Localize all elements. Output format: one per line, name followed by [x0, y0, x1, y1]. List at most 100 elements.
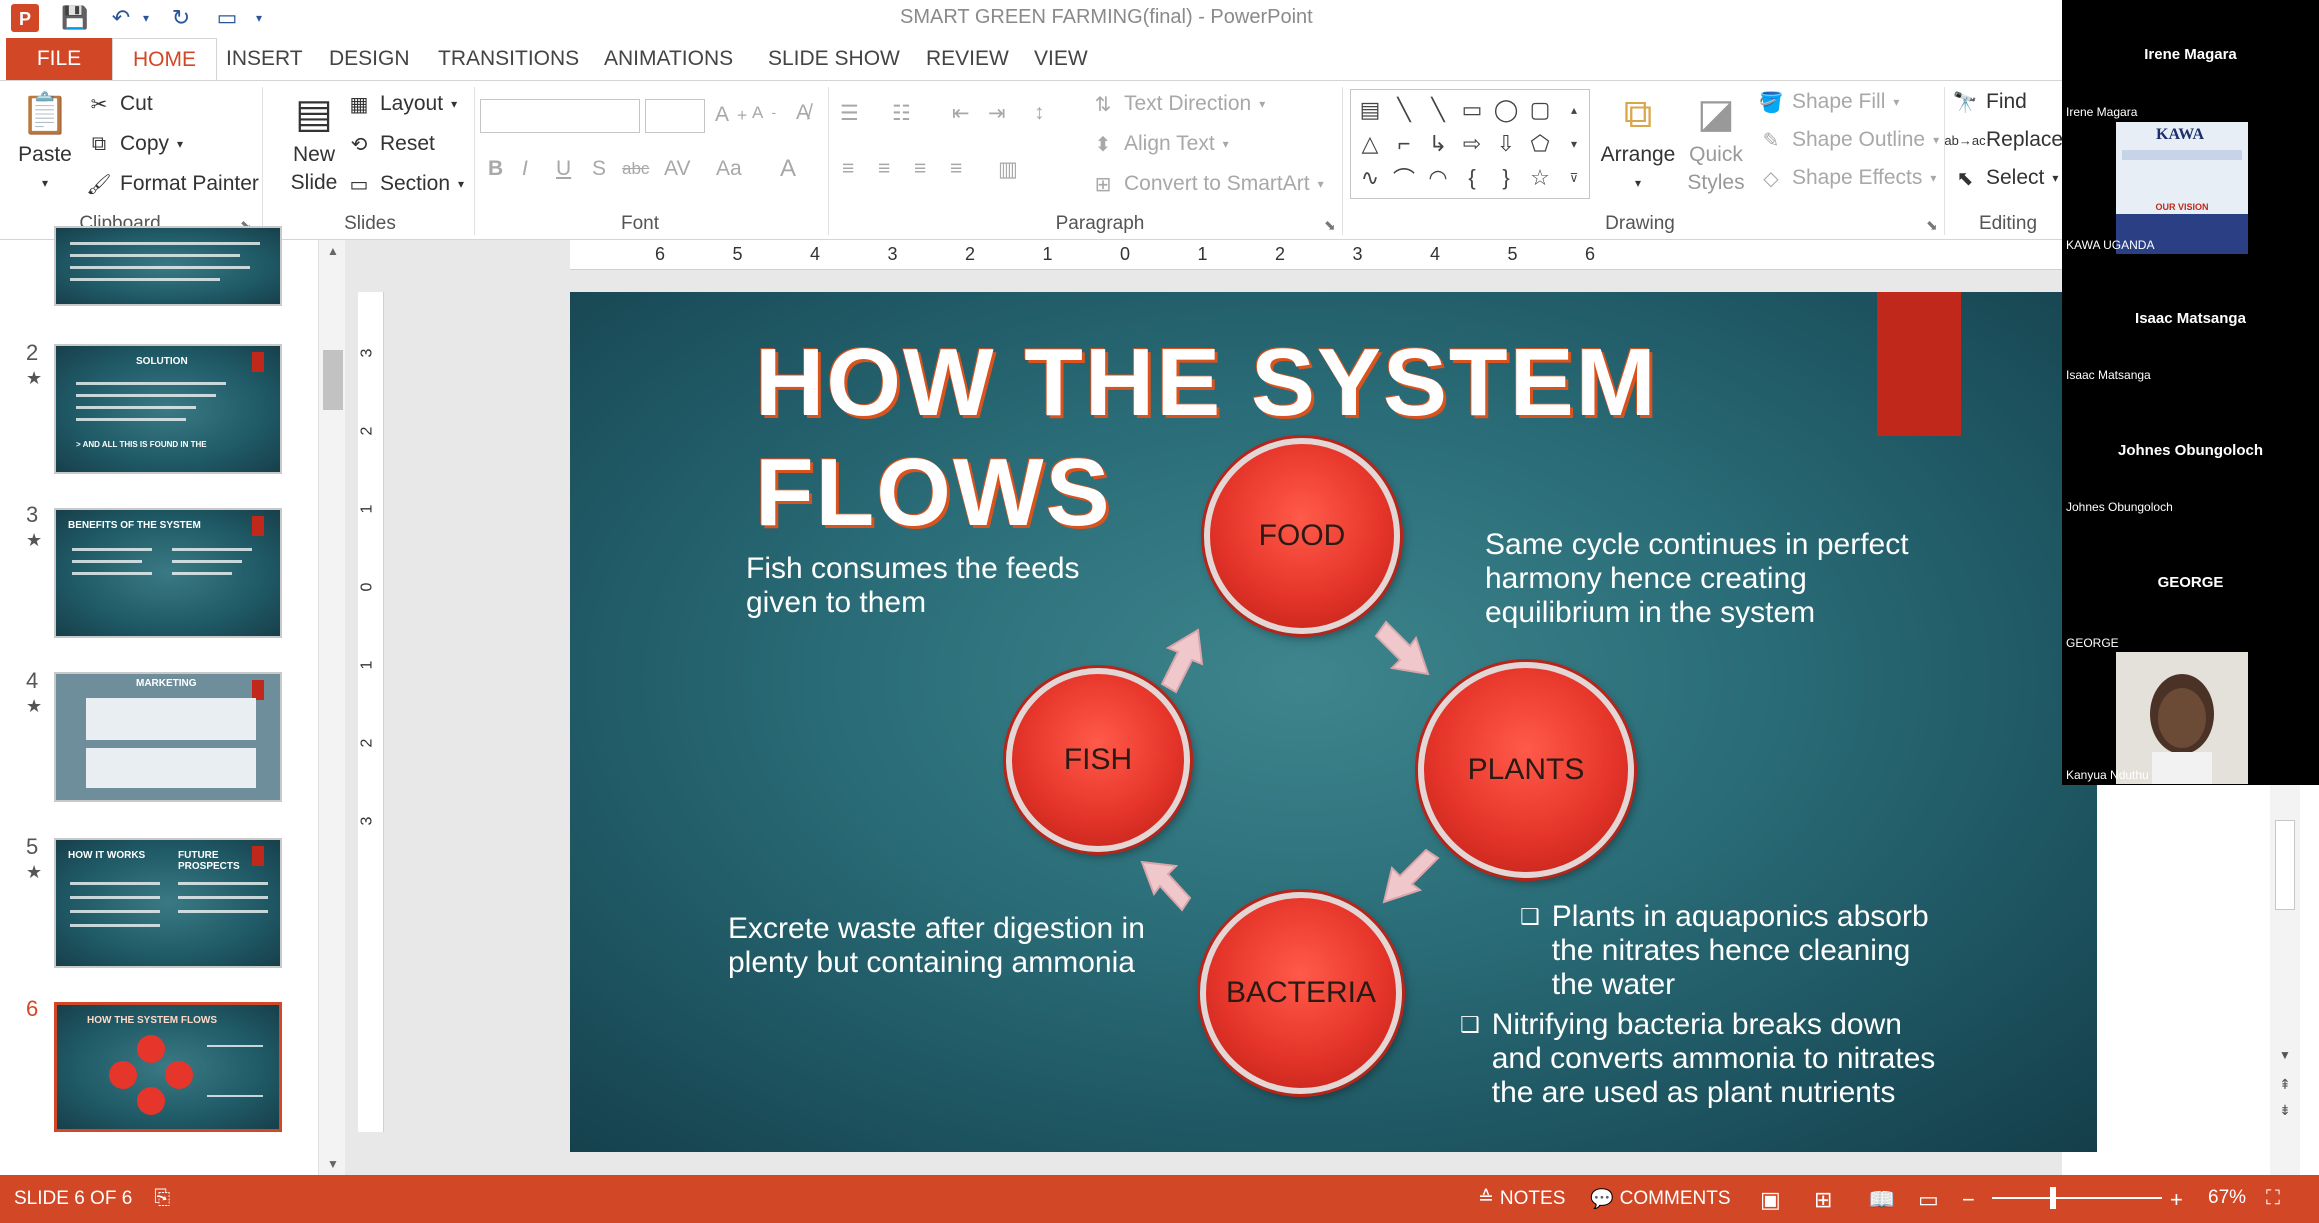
spellcheck-icon[interactable]: ⎘ — [154, 1187, 170, 1210]
slide-thumbnail[interactable] — [54, 226, 282, 306]
change-case-icon[interactable]: Aa — [716, 157, 742, 181]
align-center-icon[interactable]: ≡ — [878, 157, 890, 181]
align-text-button[interactable]: ⬍ Align Text ▾ — [1090, 131, 1229, 157]
convert-smartart-button[interactable]: ⊞ Convert to SmartArt ▾ — [1090, 171, 1324, 197]
textbox-shape-icon[interactable]: ▤ — [1354, 93, 1386, 127]
tab-view[interactable]: VIEW — [1034, 38, 1088, 80]
line-shape-icon[interactable]: ╲ — [1388, 93, 1420, 127]
next-slide-icon[interactable]: ⇟ — [2270, 1102, 2300, 1119]
select-button[interactable]: ⬉ Select ▾ — [1952, 165, 2059, 191]
notes-button[interactable]: ≙ NOTES — [1478, 1187, 1565, 1210]
star-shape-icon[interactable]: ☆ — [1524, 161, 1556, 195]
tab-review[interactable]: REVIEW — [926, 38, 1009, 80]
strikethrough-icon[interactable]: abc — [622, 159, 649, 179]
triangle-shape-icon[interactable]: △ — [1354, 127, 1386, 161]
slide-thumbnail[interactable]: HOW IT WORKS FUTURE PROSPECTS — [54, 838, 282, 968]
drawing-launcher-icon[interactable]: ⬊ — [1926, 217, 1938, 234]
thumbnails-scrollbar[interactable]: ▲ ▼ — [318, 240, 346, 1175]
underline-icon[interactable]: U — [556, 157, 571, 181]
font-color-icon[interactable]: A — [780, 155, 796, 183]
shadow-icon[interactable]: S — [592, 157, 606, 181]
text-direction-button[interactable]: ⇅ Text Direction ▾ — [1090, 91, 1266, 117]
line-shape-icon[interactable]: ╲ — [1422, 93, 1454, 127]
right-arrow-shape-icon[interactable]: ⇨ — [1456, 127, 1488, 161]
curve-shape-icon[interactable]: ∿ — [1354, 161, 1386, 195]
rounded-rect-shape-icon[interactable]: ▢ — [1524, 93, 1556, 127]
bullet-plants-absorb[interactable]: ❑ Plants in aquaponics absorb the nitrat… — [1520, 900, 1960, 1002]
section-button[interactable]: ▭ Section ▾ — [346, 171, 465, 197]
numbering-icon[interactable]: ☷ — [892, 101, 911, 126]
zoom-in-icon[interactable]: + — [2170, 1187, 2183, 1213]
oval-shape-icon[interactable]: ◯ — [1490, 93, 1522, 127]
down-arrow-shape-icon[interactable]: ⇩ — [1490, 127, 1522, 161]
freeform-shape-icon[interactable]: ⬠ — [1524, 127, 1556, 161]
elbow-connector-icon[interactable]: ⌐ — [1388, 127, 1420, 161]
italic-icon[interactable]: I — [522, 157, 528, 181]
shapes-gallery[interactable]: ▤ ╲ ╲ ▭ ◯ ▢ ▴ △ ⌐ ↳ ⇨ ⇩ ⬠ ▾ ∿ ⌒ ◠ { } ☆ … — [1350, 89, 1590, 199]
grow-font-icon[interactable]: A + — [715, 103, 747, 127]
qat-customize-icon[interactable]: ▾ — [250, 2, 268, 34]
start-slideshow-icon[interactable]: ▭ — [210, 2, 244, 34]
slide-thumbnail[interactable]: BENEFITS OF THE SYSTEM — [54, 508, 282, 638]
slide-canvas[interactable]: HOW THE SYSTEM FLOWS FOOD FISH PLANTS BA… — [570, 292, 2097, 1152]
tab-transitions[interactable]: TRANSITIONS — [438, 38, 579, 80]
redo-icon[interactable]: ↻ — [164, 2, 198, 34]
arc-shape-icon[interactable]: ◠ — [1422, 161, 1454, 195]
shape-fill-button[interactable]: 🪣 Shape Fill ▾ — [1758, 89, 1900, 115]
quick-styles-button[interactable]: ◪ Quick Styles — [1678, 87, 1754, 197]
justify-icon[interactable]: ≡ — [950, 157, 962, 181]
text-excrete-waste[interactable]: Excrete waste after digestion in plenty … — [728, 912, 1188, 980]
bullet-nitrifying-bacteria[interactable]: ❑ Nitrifying bacteria breaks down and co… — [1460, 1008, 1960, 1110]
slideshow-view-icon[interactable]: ▭ — [1918, 1187, 1939, 1213]
undo-dropdown-icon[interactable]: ▾ — [138, 2, 154, 34]
zoom-out-icon[interactable]: − — [1962, 1187, 1975, 1213]
tab-home[interactable]: HOME — [112, 38, 217, 80]
copy-button[interactable]: ⧉ Copy ▾ — [86, 131, 183, 157]
comments-button[interactable]: 💬 COMMENTS — [1590, 1187, 1731, 1211]
elbow-arrow-icon[interactable]: ↳ — [1422, 127, 1454, 161]
replace-button[interactable]: ab→ac Replace — [1944, 127, 2063, 153]
font-name-combo[interactable] — [480, 99, 640, 133]
slide-thumbnail[interactable]: SOLUTION > AND ALL THIS IS FOUND IN THE — [54, 344, 282, 474]
char-spacing-icon[interactable]: AV — [664, 157, 690, 181]
increase-indent-icon[interactable]: ⇥ — [988, 101, 1006, 126]
clear-formatting-icon[interactable]: A̸ — [796, 101, 810, 125]
previous-slide-icon[interactable]: ⇞ — [2270, 1076, 2300, 1093]
fit-to-window-icon[interactable]: ⛶ — [2266, 1187, 2280, 1210]
paste-button[interactable]: 📋 Paste ▾ — [10, 87, 80, 197]
tab-insert[interactable]: INSERT — [226, 38, 303, 80]
scroll-up-icon[interactable]: ▲ — [319, 244, 347, 258]
slide-sorter-icon[interactable]: ⊞ — [1814, 1187, 1832, 1213]
rectangle-shape-icon[interactable]: ▭ — [1456, 93, 1488, 127]
bullets-icon[interactable]: ☰ — [840, 101, 859, 126]
zoom-level[interactable]: 67% — [2208, 1187, 2246, 1209]
tab-design[interactable]: DESIGN — [329, 38, 410, 80]
decrease-indent-icon[interactable]: ⇤ — [952, 101, 970, 126]
align-right-icon[interactable]: ≡ — [914, 157, 926, 181]
new-slide-button[interactable]: ▤ New Slide — [274, 87, 354, 197]
shape-outline-button[interactable]: ✎ Shape Outline ▾ — [1758, 127, 1940, 153]
right-brace-icon[interactable]: } — [1490, 161, 1522, 195]
slide-thumbnail[interactable]: MARKETING — [54, 672, 282, 802]
tab-animations[interactable]: ANIMATIONS — [604, 38, 733, 80]
text-fish-consumes[interactable]: Fish consumes the feeds given to them — [746, 552, 1106, 620]
scroll-down-icon[interactable]: ▼ — [319, 1157, 347, 1171]
reading-view-icon[interactable]: 📖 — [1868, 1187, 1895, 1213]
shape-effects-button[interactable]: ◇ Shape Effects ▾ — [1758, 165, 1936, 191]
columns-icon[interactable]: ▥ — [998, 157, 1018, 182]
paragraph-launcher-icon[interactable]: ⬊ — [1324, 217, 1336, 234]
reset-button[interactable]: ⟲ Reset — [346, 131, 435, 157]
format-painter-button[interactable]: 🖌 Format Painter — [86, 171, 259, 197]
save-icon[interactable]: 💾 — [58, 2, 92, 34]
bold-icon[interactable]: B — [488, 157, 503, 181]
tab-file[interactable]: FILE — [6, 38, 112, 80]
zoom-slider[interactable] — [1992, 1187, 2162, 1209]
shrink-font-icon[interactable]: A- — [752, 103, 776, 123]
gallery-more-icon[interactable]: ⊽ — [1558, 161, 1590, 195]
arrange-button[interactable]: ⧉ Arrange ▾ — [1598, 87, 1678, 197]
align-left-icon[interactable]: ≡ — [842, 157, 854, 181]
scroll-down-icon[interactable]: ▼ — [2270, 1048, 2300, 1062]
editor-scrollbar[interactable]: ▼ ⇞ ⇟ — [2270, 780, 2300, 1175]
slide-thumbnail-active[interactable]: HOW THE SYSTEM FLOWS — [54, 1002, 282, 1132]
line-spacing-icon[interactable]: ↕ — [1034, 101, 1045, 125]
